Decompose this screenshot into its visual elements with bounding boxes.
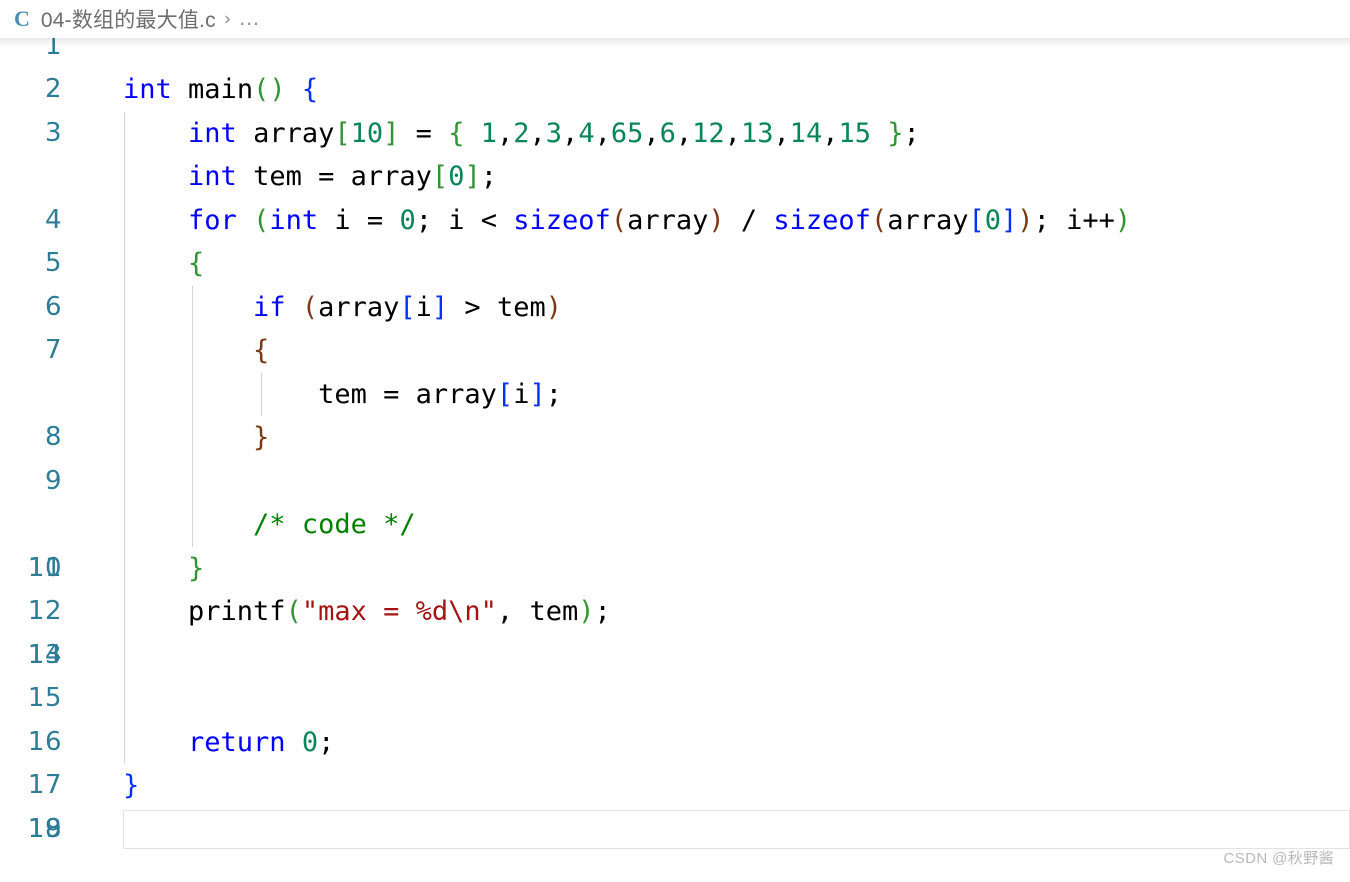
line-content: { xyxy=(253,335,270,366)
code-line[interactable]: 11 } xyxy=(0,416,1350,583)
line-content: } xyxy=(253,422,270,453)
code-line[interactable]: 18 return 0; xyxy=(0,720,1350,844)
code-line[interactable]: 9 { xyxy=(0,329,1350,496)
line-content: } xyxy=(188,552,205,584)
chevron-right-icon: › xyxy=(223,8,232,30)
line-content: int array[10] = { 1,2,3,4,65,6,12,13,14,… xyxy=(188,117,920,149)
editor-scroll-content: 1 #include <stdio.h> 2 3 int main() { 4 … xyxy=(0,0,1350,851)
code-line[interactable]: 14 } xyxy=(0,546,1350,670)
watermark: CSDN @秋野酱 xyxy=(1223,850,1334,867)
breadcrumb-filename[interactable]: 04-数组的最大值.c xyxy=(41,4,216,34)
code-line[interactable]: 17 xyxy=(0,677,1350,800)
code-line[interactable]: 16 xyxy=(0,633,1350,757)
line-content: return 0; xyxy=(188,726,335,758)
breadcrumb-more-button[interactable]: ... xyxy=(239,7,260,31)
code-line[interactable]: 8 if (array[i] > tem) xyxy=(0,285,1350,452)
line-content: int main() { xyxy=(123,74,319,105)
code-line[interactable]: 13 /* code */ xyxy=(0,503,1350,670)
line-content: printf("max = %d\n", tem); xyxy=(188,596,611,627)
line-content: int tem = array[0]; xyxy=(188,161,497,192)
code-line[interactable]: 12 xyxy=(0,459,1350,626)
line-content: /* code */ xyxy=(253,509,416,540)
breadcrumb: C 04-数组的最大值.c › ... xyxy=(0,0,1350,38)
code-line[interactable]: 4 int array[10] = { 1,2,3,4,65,6,12,13,1… xyxy=(0,111,1350,235)
line-content: } xyxy=(123,770,140,801)
line-content: tem = array[i]; xyxy=(318,378,562,410)
code-line[interactable]: 10 tem = array[i]; xyxy=(0,372,1350,583)
indent-guide xyxy=(124,677,125,721)
code-line[interactable]: 15 printf("max = %d\n", tem); xyxy=(0,590,1350,713)
c-language-icon: C xyxy=(14,6,30,31)
code-line[interactable]: 6 for (int i = 0; i < sizeof(array) / si… xyxy=(0,198,1350,322)
code-line[interactable]: 5 int tem = array[0]; xyxy=(0,155,1350,278)
indent-guide xyxy=(124,633,125,677)
line-content: for (int i = 0; i < sizeof(array) / size… xyxy=(188,204,1132,236)
code-line-active[interactable]: 20 xyxy=(0,808,1350,852)
indent-guide xyxy=(192,459,193,503)
indent-guide xyxy=(124,459,125,503)
code-line[interactable]: 3 int main() { xyxy=(0,68,1350,148)
code-editor[interactable]: 1 #include <stdio.h> 2 3 int main() { 4 … xyxy=(0,0,1350,882)
code-line[interactable]: 7 { xyxy=(0,242,1350,365)
line-content: if (array[i] > tem) xyxy=(253,291,562,323)
code-line[interactable]: 19 } xyxy=(0,764,1350,844)
line-content: { xyxy=(188,248,205,279)
active-line-highlight xyxy=(123,809,1350,849)
